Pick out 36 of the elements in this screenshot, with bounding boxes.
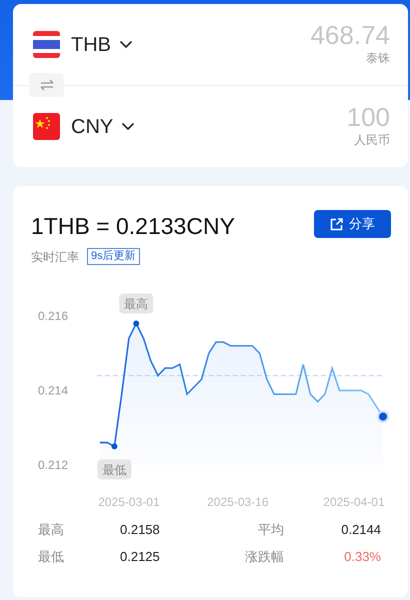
stat-value: 0.33% xyxy=(343,548,381,566)
currency-code[interactable]: CNY xyxy=(71,112,114,142)
flag-icon xyxy=(33,31,60,58)
stat-value: 0.2144 xyxy=(340,520,381,538)
stat-label: 最低 xyxy=(38,548,65,566)
axis-label: 2025-03-16 xyxy=(207,494,269,508)
annotation: 最低 xyxy=(102,462,126,476)
update-badge: 9s后更新 xyxy=(87,248,140,266)
stat-value: 0.2125 xyxy=(120,548,161,566)
axis-label: 0.212 xyxy=(38,458,68,472)
stat-label: 平均 xyxy=(257,520,284,538)
swap-button[interactable] xyxy=(29,73,64,97)
axis-label: 0.214 xyxy=(38,383,68,397)
swap-icon xyxy=(40,79,54,91)
exchange-rate-title: 1THB = 0.2133CNY xyxy=(31,212,235,241)
flag-icon xyxy=(33,113,60,140)
stat-value: 0.2158 xyxy=(120,520,161,538)
annotation: 最高 xyxy=(124,296,148,310)
share-icon xyxy=(330,218,343,230)
axis-label: 0.216 xyxy=(38,308,68,322)
chevron-down-icon[interactable] xyxy=(119,40,133,49)
axis-label: 2025-04-01 xyxy=(323,494,385,508)
currency-name: 泰铢 xyxy=(366,50,390,68)
currency-code[interactable]: THB xyxy=(71,30,111,60)
axis-label: 2025-03-01 xyxy=(98,494,160,508)
extreme-point xyxy=(111,442,118,449)
rate-label: 实时汇率 xyxy=(31,248,79,266)
stat-label: 最高 xyxy=(38,520,65,538)
share-button[interactable]: 分享 xyxy=(314,210,391,238)
current-point xyxy=(377,410,389,422)
chevron-down-icon[interactable] xyxy=(121,122,136,131)
annotation-label: 最高 xyxy=(119,292,154,313)
extreme-point xyxy=(133,320,140,326)
stat-label: 涨跌幅 xyxy=(244,548,284,566)
annotation-label: 最低 xyxy=(97,458,132,479)
currency-name: 人民币 xyxy=(354,132,390,150)
